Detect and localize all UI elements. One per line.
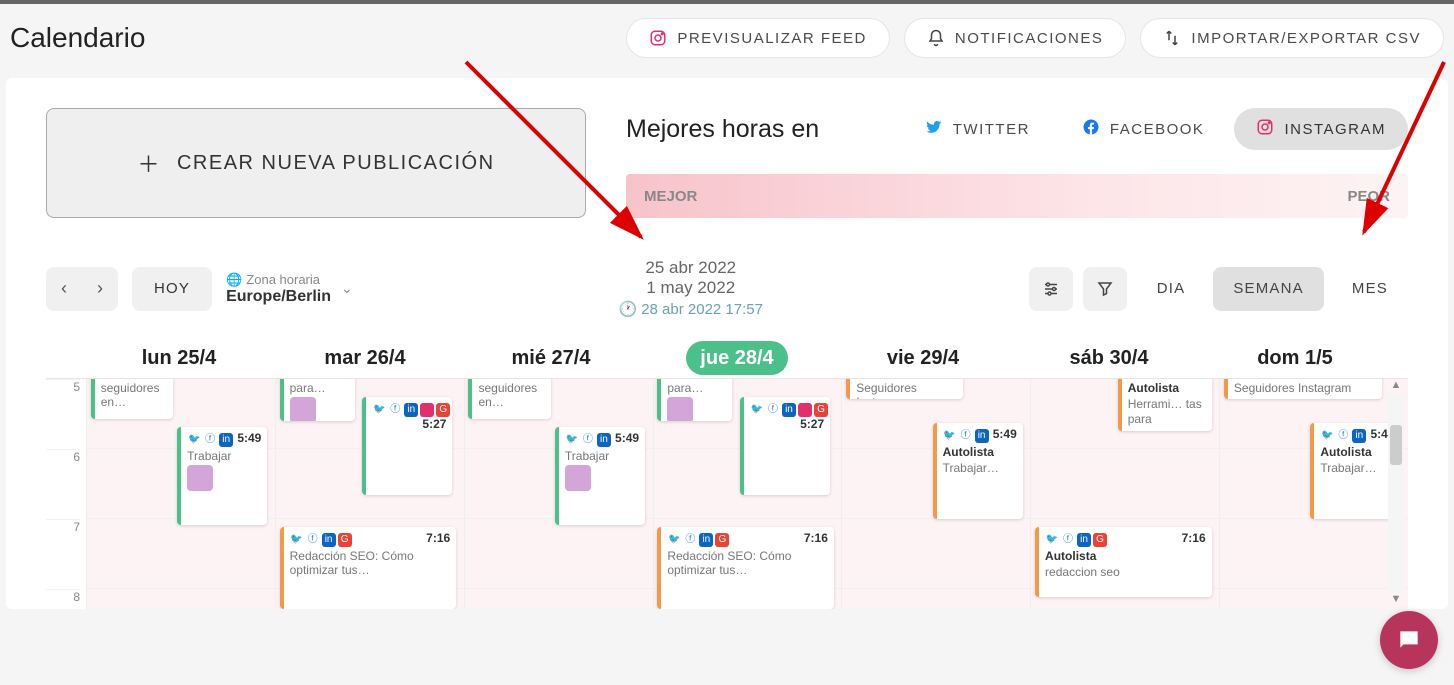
today-button[interactable]: HOY — [132, 267, 212, 311]
day-header: vie 29/4 — [830, 339, 1016, 378]
day-headers: lun 25/4mar 26/4mié 27/4jue 28/4vie 29/4… — [46, 339, 1408, 379]
page-title: Calendario — [10, 22, 145, 54]
clock-icon: 🕐 — [619, 300, 638, 318]
event-card[interactable]: 🐦ⓕin5:49AutolistaTrabajar… — [933, 423, 1023, 519]
filter-button[interactable] — [1083, 267, 1127, 311]
day-header: jue 28/4 — [644, 339, 830, 378]
timezone-selector[interactable]: 🌐Zona horaria Europe/Berlin ⌄ — [226, 272, 353, 306]
event-card[interactable]: para… — [280, 379, 355, 421]
event-card[interactable]: 🐦ⓕin5:49Trabajar — [555, 427, 645, 525]
globe-icon: 🌐 — [226, 272, 242, 288]
preview-feed-button[interactable]: PREVISUALIZAR FEED — [626, 18, 890, 58]
event-card[interactable]: seguidores en… — [91, 379, 174, 419]
instagram-icon — [649, 29, 667, 47]
scrollbar[interactable]: ▲ ▼ — [1388, 379, 1404, 609]
event-card[interactable]: 🐦ⓕin5:49Trabajar — [177, 427, 267, 525]
event-card[interactable]: 🐦ⓕinG7:16Autolistaredaccion seo — [1035, 527, 1212, 597]
label-best: MEJOR — [644, 188, 697, 205]
day-column[interactable]: Seguidores Instagram 🐦ⓕin5:49AutolistaTra… — [841, 379, 1030, 609]
day-header: dom 1/5 — [1202, 339, 1388, 378]
view-day-button[interactable]: DIA — [1137, 267, 1206, 311]
chip-instagram[interactable]: INSTAGRAM — [1234, 108, 1408, 150]
event-card[interactable]: AutolistaHerrami… tas para — [1118, 379, 1212, 431]
best-hours-gradient: MEJOR PEOR — [626, 174, 1408, 218]
facebook-icon — [1082, 118, 1100, 140]
view-week-button[interactable]: SEMANA — [1213, 267, 1324, 311]
bell-icon — [927, 29, 945, 47]
label-worst: PEOR — [1347, 188, 1390, 205]
best-hours-title: Mejores horas en — [626, 115, 819, 144]
day-header: mié 27/4 — [458, 339, 644, 378]
event-card[interactable]: Seguidores Instagram — [846, 379, 962, 399]
next-week-button[interactable]: › — [82, 267, 118, 311]
day-column[interactable]: seguidores en…🐦ⓕin5:49Trabajar — [464, 379, 653, 609]
import-export-icon — [1163, 29, 1181, 47]
view-month-button[interactable]: MES — [1332, 267, 1408, 311]
plus-icon: ＋ — [137, 147, 161, 179]
week-nav: ‹ › — [46, 267, 118, 311]
event-card[interactable]: 🐦ⓕinG7:16Redacción SEO: Cómo optimizar t… — [657, 527, 834, 609]
prev-week-button[interactable]: ‹ — [46, 267, 82, 311]
chat-button[interactable] — [1380, 611, 1438, 669]
event-card[interactable]: para… — [657, 379, 732, 421]
event-card[interactable]: Seguidores Instagram — [1224, 379, 1382, 399]
day-column[interactable]: para…🐦ⓕinG5:27 🐦ⓕinG7:16Redacción SEO: Có… — [653, 379, 842, 609]
chip-facebook[interactable]: FACEBOOK — [1060, 108, 1227, 150]
day-column[interactable]: AutolistaHerrami… tas para 🐦ⓕinG7:16Autol… — [1030, 379, 1219, 609]
event-card[interactable]: 🐦ⓕinG5:27 — [740, 397, 830, 495]
scroll-down-icon[interactable]: ▼ — [1388, 593, 1404, 609]
chevron-down-icon: ⌄ — [341, 280, 353, 297]
chip-twitter[interactable]: TWITTER — [903, 108, 1052, 150]
day-column[interactable]: seguidores en…🐦ⓕin5:49Trabajar — [86, 379, 275, 609]
day-column[interactable]: para…🐦ⓕinG5:27 🐦ⓕinG7:16Redacción SEO: Có… — [275, 379, 464, 609]
settings-sliders-button[interactable] — [1029, 267, 1073, 311]
day-header: sáb 30/4 — [1016, 339, 1202, 378]
notifications-button[interactable]: NOTIFICACIONES — [904, 18, 1127, 58]
scroll-up-icon[interactable]: ▲ — [1388, 379, 1404, 395]
day-header: lun 25/4 — [86, 339, 272, 378]
day-header: mar 26/4 — [272, 339, 458, 378]
date-range: 25 abr 2022 1 may 2022 🕐28 abr 2022 17:5… — [367, 258, 1015, 319]
app-header: Calendario PREVISUALIZAR FEED NOTIFICACI… — [0, 4, 1454, 78]
event-card[interactable]: 🐦ⓕinG7:16Redacción SEO: Cómo optimizar t… — [280, 527, 457, 609]
event-card[interactable]: 🐦ⓕinG5:27 — [362, 397, 452, 495]
event-card[interactable]: 🐦ⓕin5:49AutolistaTrabajar… — [1310, 423, 1400, 519]
day-column[interactable]: Seguidores Instagram 🐦ⓕin5:49AutolistaTra… — [1219, 379, 1408, 609]
event-card[interactable]: seguidores en… — [468, 379, 551, 419]
create-post-button[interactable]: ＋ CREAR NUEVA PUBLICACIÓN — [46, 108, 586, 218]
calendar-body[interactable]: 5678 seguidores en…🐦ⓕin5:49Trabajarpara…… — [46, 379, 1408, 609]
import-export-button[interactable]: IMPORTAR/EXPORTAR CSV — [1140, 18, 1444, 58]
twitter-icon — [925, 118, 943, 140]
instagram-icon — [1256, 118, 1274, 140]
